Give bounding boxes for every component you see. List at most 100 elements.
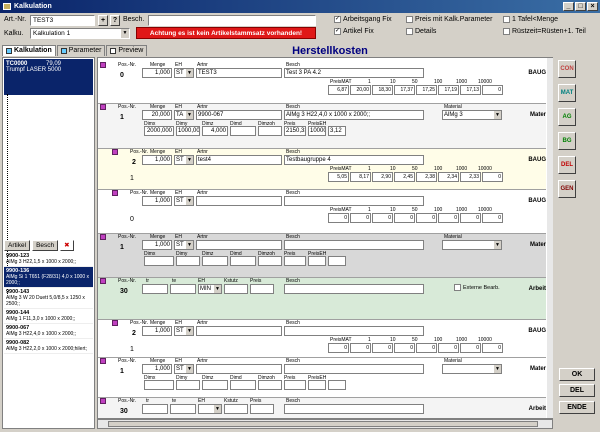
details-checkbox[interactable]: Details bbox=[406, 28, 436, 35]
input-dimz[interactable] bbox=[202, 380, 228, 390]
menge-input[interactable]: 1,000 bbox=[142, 326, 172, 336]
eh-select[interactable]: ST bbox=[174, 364, 194, 374]
position-marker[interactable] bbox=[100, 278, 106, 284]
help-button[interactable]: ? bbox=[110, 15, 120, 26]
material-select[interactable] bbox=[442, 364, 502, 374]
position-marker[interactable] bbox=[100, 62, 106, 68]
price-cell[interactable]: 0 bbox=[438, 343, 459, 353]
list-item[interactable]: 9900-136 AlMg Si 1 T651 (F28/31) 4,0 x 10… bbox=[4, 267, 93, 288]
eh-select[interactable]: MIN bbox=[198, 284, 222, 294]
input-dimx[interactable] bbox=[144, 256, 174, 266]
input-preiseh[interactable]: 10000 bbox=[308, 126, 326, 136]
input-preiseh[interactable] bbox=[308, 256, 326, 266]
besch-input[interactable]: Testbaugruppe 4 bbox=[284, 155, 424, 165]
tab-parameter[interactable]: Parameter bbox=[56, 45, 106, 56]
list-item[interactable]: 9900-143 AlMg 3 W 20 Duett 5,0/8,5 x 1250… bbox=[4, 288, 93, 309]
arbeitsgang-fix-checkbox[interactable]: ✓ Arbeitsgang Fix bbox=[334, 16, 392, 23]
position-marker[interactable] bbox=[100, 234, 106, 240]
artnr-input[interactable] bbox=[196, 326, 282, 336]
price-cell[interactable]: 17,19 bbox=[438, 85, 459, 95]
input-dimzoh[interactable] bbox=[258, 126, 282, 136]
besch-input[interactable]: Test 3 PA 4.2 bbox=[284, 68, 424, 78]
minimize-button[interactable]: _ bbox=[563, 2, 574, 11]
price-cell[interactable]: 0 bbox=[394, 213, 415, 223]
price-cell[interactable]: 20,00 bbox=[350, 85, 371, 95]
extbearb-checkbox[interactable]: Externe Bearb. bbox=[454, 284, 500, 291]
te-input[interactable] bbox=[170, 284, 196, 294]
material-select[interactable]: AlMg 3 bbox=[442, 110, 502, 120]
price-cell[interactable]: 0 bbox=[394, 343, 415, 353]
input-dimy[interactable] bbox=[176, 256, 200, 266]
te-input[interactable] bbox=[170, 404, 196, 414]
input-preis[interactable] bbox=[284, 256, 306, 266]
maximize-button[interactable]: □ bbox=[575, 2, 586, 11]
besch-input[interactable] bbox=[284, 284, 424, 294]
tree-selected-node[interactable]: TC0000 79,09 Trumpf LASER 5000 bbox=[4, 59, 93, 95]
tafel-checkbox[interactable]: 1 Tafel<Menge bbox=[503, 16, 558, 23]
price-cell[interactable]: 17,37 bbox=[394, 85, 415, 95]
menge-input[interactable]: 1,000 bbox=[142, 68, 172, 78]
col-besch[interactable]: Besch bbox=[32, 240, 59, 251]
kalku-select[interactable]: Kalkulation 1 ▼ bbox=[30, 28, 130, 39]
side-button-bg[interactable]: BG bbox=[558, 132, 576, 150]
position-marker[interactable] bbox=[100, 398, 106, 404]
eh-select[interactable]: ST bbox=[174, 326, 194, 336]
artnr-input[interactable] bbox=[196, 364, 282, 374]
besch-input[interactable] bbox=[284, 196, 424, 206]
price-cell[interactable]: 5,05 bbox=[328, 172, 349, 182]
input-dimx[interactable] bbox=[144, 380, 174, 390]
input-dimy[interactable]: 1000,000 bbox=[176, 126, 200, 136]
eh-select[interactable]: TA bbox=[174, 110, 194, 120]
price-cell[interactable]: 0 bbox=[328, 213, 349, 223]
eh-select[interactable]: ST bbox=[174, 196, 194, 206]
menge-input[interactable]: 20,000 bbox=[142, 110, 172, 120]
input-preiseh2[interactable] bbox=[328, 256, 346, 266]
side-button-ag[interactable]: AG bbox=[558, 108, 576, 126]
price-cell[interactable]: 0 bbox=[350, 213, 371, 223]
price-cell[interactable]: 17,25 bbox=[416, 85, 437, 95]
price-cell[interactable]: 0 bbox=[372, 343, 393, 353]
side-button-gen[interactable]: GEN bbox=[558, 180, 576, 198]
input-dimd[interactable] bbox=[230, 126, 256, 136]
artnr-input[interactable]: TEST3 bbox=[196, 68, 282, 78]
close-button[interactable]: × bbox=[587, 2, 598, 11]
side-button-mat[interactable]: MAT bbox=[558, 84, 576, 102]
price-cell[interactable]: 0 bbox=[482, 172, 503, 182]
price-cell[interactable]: 0 bbox=[460, 213, 481, 223]
artnr-input[interactable]: test4 bbox=[196, 155, 282, 165]
side-button-del[interactable]: DEL bbox=[558, 156, 576, 174]
price-cell[interactable]: 6,87 bbox=[328, 85, 349, 95]
tr-input[interactable] bbox=[142, 284, 168, 294]
kstuetz-input[interactable] bbox=[224, 284, 248, 294]
kstuetz-input[interactable] bbox=[224, 404, 248, 414]
menge-input[interactable]: 1,000 bbox=[142, 364, 172, 374]
besch-input[interactable] bbox=[284, 326, 424, 336]
price-cell[interactable]: 8,17 bbox=[350, 172, 371, 182]
price-cell[interactable]: 2,45 bbox=[394, 172, 415, 182]
ruestzeit-checkbox[interactable]: Rüstzeit=Rüsten+1. Teil bbox=[503, 28, 586, 35]
price-cell[interactable]: 0 bbox=[350, 343, 371, 353]
tab-preview[interactable]: Preview bbox=[106, 45, 148, 56]
preis-input[interactable] bbox=[250, 404, 274, 414]
input-preiseh[interactable] bbox=[308, 380, 326, 390]
input-preiseh2[interactable]: 3,12 bbox=[328, 126, 346, 136]
input-preiseh2[interactable] bbox=[328, 380, 346, 390]
price-cell[interactable]: 0 bbox=[438, 213, 459, 223]
input-dimzoh[interactable] bbox=[258, 256, 282, 266]
price-cell[interactable]: 0 bbox=[460, 343, 481, 353]
vertical-scrollbar[interactable] bbox=[547, 58, 553, 418]
art-nr-input[interactable]: TEST3 bbox=[30, 15, 95, 26]
price-cell[interactable]: 2,38 bbox=[416, 172, 437, 182]
eh-select[interactable]: ST bbox=[174, 155, 194, 165]
besch-input[interactable] bbox=[284, 240, 424, 250]
end-button[interactable]: ENDE bbox=[559, 401, 595, 414]
position-marker[interactable] bbox=[112, 149, 118, 155]
position-marker[interactable] bbox=[100, 358, 106, 364]
menge-input[interactable]: 1,000 bbox=[142, 155, 172, 165]
price-cell[interactable]: 17,13 bbox=[460, 85, 481, 95]
ok-button[interactable]: OK bbox=[559, 368, 595, 381]
artnr-input[interactable]: 9900-067 bbox=[196, 110, 282, 120]
add-button[interactable]: + bbox=[98, 15, 108, 26]
list-item[interactable]: 9900-123 AlMg 3 H22,1,5 x 1000 x 2000;; bbox=[4, 252, 93, 267]
price-cell[interactable]: 0 bbox=[482, 85, 503, 95]
